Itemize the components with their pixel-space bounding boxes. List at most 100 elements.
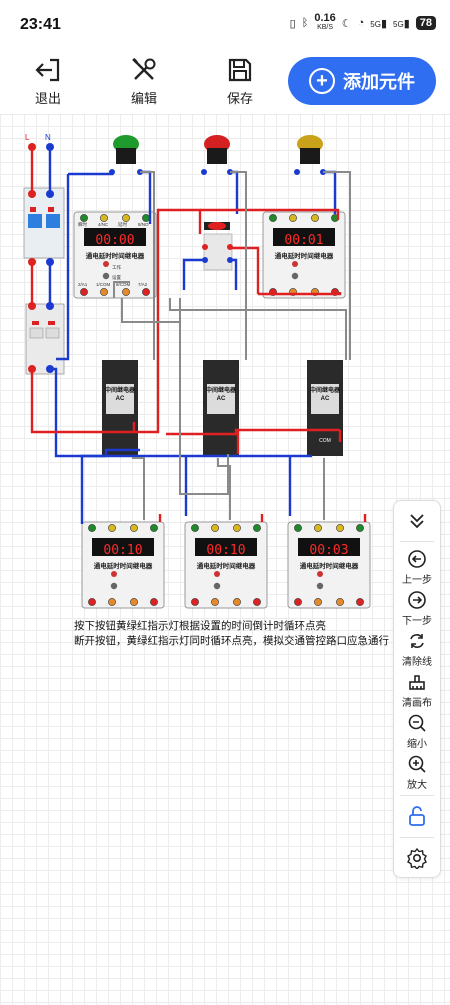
brush-icon [409,675,425,690]
bluetooth-icon: ᛒ [301,17,309,29]
exit-button[interactable]: 退出 [18,56,78,110]
zoom-in-button[interactable]: 放大 [394,754,440,791]
timer-1-top-label-1: 瞬时 [78,221,87,228]
clear-wires-label: 清除线 [402,657,432,668]
clear-canvas-button[interactable]: 清画布 [394,672,440,709]
app-root: 23:41 ▯ ᛒ 0.16 KB/S ☾ ◔ 5G▮ 5G▮ 78 退出 编辑… [0,0,450,1005]
breaker-top[interactable] [23,187,65,259]
terminal[interactable] [294,169,300,175]
exit-label: 退出 [34,91,61,106]
lock-toggle-button[interactable] [394,805,440,827]
chevron-double-down-icon [410,514,424,529]
relay-2-title: 中间继电器 [206,386,237,394]
terminal[interactable] [201,169,207,175]
edit-button[interactable]: 编辑 [114,56,174,110]
timer-1-set-label: 设置 [112,274,121,281]
circuit-diagram: L N 00:00 通电延时时间继电器 00:01 通电延时时间继电器 00:1… [23,133,371,609]
redo-button[interactable]: 下一步 [394,590,440,627]
timer-4-display: 00:10 [206,543,245,558]
relay-3-sub: AC [321,396,330,402]
zoom-in-label: 放大 [407,780,427,791]
intermediate-relay-2[interactable] [203,360,239,456]
relay-2-sub: AC [217,396,226,402]
battery-indicator: 78 [415,16,436,30]
relay-1-title: 中间继电器 [105,386,136,394]
clear-wires-button[interactable]: 清除线 [394,631,440,668]
timer-1-bottom-label-1: 2/A1 [78,282,88,287]
zoom-out-button[interactable]: 缩小 [394,713,440,750]
lamp-red[interactable] [204,135,230,164]
unlock-icon [409,806,425,826]
plus-circle-icon: + [309,68,335,94]
timer-1-top-label-3: 延时 [118,221,127,228]
signal-2-icon: 5G▮ [393,17,410,30]
circuit-canvas[interactable]: L N 00:00 通电延时时间继电器 00:01 通电延时时间继电器 00:1… [0,114,450,1005]
exit-icon [35,58,60,82]
status-icons: ▯ ᛒ 0.16 KB/S ☾ ◔ 5G▮ 5G▮ 78 [289,12,436,32]
add-component-label: 添加元件 [343,72,415,92]
divider [400,837,434,838]
timer-2-display: 00:01 [284,233,323,248]
timer-3-title: 通电延时时间继电器 [94,561,153,570]
timer-1-display: 00:00 [95,233,134,248]
timer-2-title: 通电延时时间继电器 [275,251,334,260]
arrow-right-circle-icon [408,591,426,609]
breaker-bottom[interactable] [25,303,65,375]
arrow-left-circle-icon [408,550,426,568]
push-button[interactable] [202,222,233,271]
tools-icon [132,57,156,80]
relay-3-com-label: COM [319,438,331,444]
timer-1-title: 通电延时时间继电器 [86,251,145,260]
vibrate-icon: ▯ [289,17,296,30]
zoom-out-label: 缩小 [407,739,427,750]
save-button[interactable]: 保存 [210,56,270,110]
clear-canvas-label: 清画布 [402,698,432,709]
divider [400,795,434,796]
signal-2-label: 5G [393,19,404,29]
breaker-label-n: N [45,133,51,142]
timer-1-top-label-4: 8/NO [138,222,149,227]
zoom-out-icon [408,714,426,732]
timer-3-display: 00:10 [103,543,142,558]
undo-label: 上一步 [402,575,432,586]
save-label: 保存 [226,91,253,106]
intermediate-relay-1[interactable] [102,360,138,456]
undo-button[interactable]: 上一步 [394,549,440,586]
instruction-line-1: 按下按钮黄绿红指示灯根据设置的时间倒计时循环点亮 [74,620,326,632]
timer-1-work-label: 工作 [112,264,121,271]
net-speed-value: 0.16 [314,12,336,24]
signal-1-icon: 5G▮ [370,17,388,30]
timer-5-display: 00:03 [309,543,348,558]
timer-1-bottom-label-4: 7/A2 [138,282,148,287]
relay-1-sub: AC [116,396,125,402]
status-bar: 23:41 ▯ ᛒ 0.16 KB/S ☾ ◔ 5G▮ 5G▮ 78 [0,0,450,52]
timer-5-title: 通电延时时间继电器 [300,561,359,570]
timer-1-bottom-label-2: 1/COM [96,282,111,287]
settings-button[interactable] [394,847,440,869]
status-time: 23:41 [20,16,61,33]
lamp-green[interactable] [113,135,139,164]
redo-label: 下一步 [402,616,432,627]
net-speed: 0.16 KB/S [314,12,336,32]
save-icon [228,58,252,82]
timer-1-bottom-label-3: 8/COM [116,282,131,287]
moon-icon: ☾ [341,17,352,30]
refresh-icon [410,634,424,648]
signal-1-label: 5G [370,19,381,29]
net-speed-unit: KB/S [317,24,334,31]
divider [400,541,434,542]
lamp-yellow[interactable] [297,135,323,164]
instruction-line-2: 断开按钮，黄绿红指示灯同时循环点亮，模拟交通管控路口应急通行 [74,635,389,647]
wires-blue [48,147,337,524]
add-component-button[interactable]: + 添加元件 [288,57,436,105]
wifi-icon: ◔ [357,17,365,29]
side-panel: 上一步 下一步 清除线 清画布 缩小 放大 [393,500,441,878]
relay-3-title: 中间继电器 [310,386,341,394]
zoom-in-icon [408,755,426,773]
breaker-label-l: L [25,133,30,142]
collapse-panel-button[interactable] [394,511,440,531]
timer-4-title: 通电延时时间继电器 [197,561,256,570]
gear-icon [407,847,427,869]
timer-1-top-label-2: 4/NC [98,222,109,227]
edit-label: 编辑 [130,91,157,106]
